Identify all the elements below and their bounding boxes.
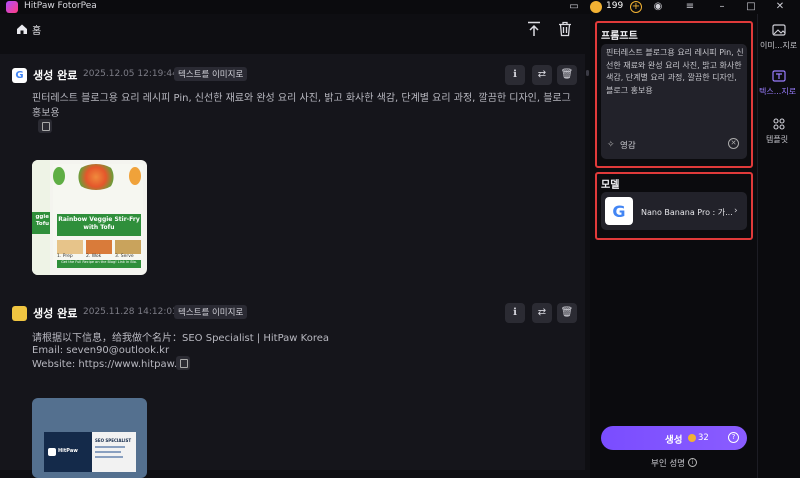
model-name[interactable]: Nano Banana Pro : 가... xyxy=(641,207,733,218)
thumb-text-line xyxy=(95,456,123,458)
menu-icon[interactable]: ≡ xyxy=(684,1,696,13)
rail-item-templates[interactable]: 템플릿 xyxy=(766,134,788,145)
thumb-step-image xyxy=(86,240,112,254)
prompt-textarea-value[interactable]: 핀터레스트 블로그용 요리 레시피 Pin, 신선한 재료와 완성 요리 사진,… xyxy=(606,47,744,97)
thumb-step-label: 1. Prep xyxy=(57,254,73,259)
card-prompt-line: Email: seven90@outlook.kr xyxy=(32,345,170,356)
copy-prompt-button[interactable] xyxy=(38,119,52,133)
copy-prompt-button[interactable] xyxy=(176,356,190,370)
generated-image-thumbnail[interactable]: HitPaw SEO SPECIALIST xyxy=(32,398,147,478)
tool-rail xyxy=(757,14,800,478)
coin-count: 199 xyxy=(606,1,624,11)
card-prompt-line: 请根据以下信息，给我做个名片：SEO Specialist | HitPaw K… xyxy=(32,333,330,344)
thumb-card-left: HitPaw xyxy=(44,432,92,472)
google-logo-icon: G xyxy=(605,197,633,225)
upload-icon[interactable] xyxy=(527,21,541,37)
info-button[interactable]: ℹ xyxy=(505,65,525,85)
card-date: 2025.11.28 14:12:03 xyxy=(83,307,178,317)
trash-icon[interactable] xyxy=(558,21,572,37)
image-to-image-icon[interactable] xyxy=(772,24,786,36)
chat-icon[interactable]: ▭ xyxy=(568,1,580,13)
generated-image-thumbnail[interactable]: ggie Tofu Rainbow Veggie Stir-Fry with T… xyxy=(32,160,147,275)
thumb-step-label: 3. Serve xyxy=(115,254,134,259)
delete-button[interactable]: 🗑 xyxy=(557,65,577,85)
template-icon[interactable] xyxy=(772,118,786,130)
prompt-title: 프롬프트 xyxy=(601,31,638,42)
rail-item-text-to-image[interactable]: 텍스...지로 xyxy=(759,86,796,97)
home-icon[interactable] xyxy=(16,23,28,35)
thumb-text-line xyxy=(95,451,121,453)
google-logo-icon: G xyxy=(12,68,27,83)
help-icon[interactable]: ? xyxy=(728,432,739,443)
generate-label[interactable]: 생성 xyxy=(665,432,682,446)
title-bar: HitPaw FotorPea ▭ 199 + ◉ ≡ – □ ✕ xyxy=(0,0,800,14)
card-tag: 텍스트를 이미지로 xyxy=(174,305,248,319)
thumb-brand: HitPaw xyxy=(58,448,78,454)
thumb-veggie-right xyxy=(129,167,141,185)
chevron-right-icon[interactable]: › xyxy=(734,206,738,216)
thumb-veggie-left xyxy=(53,167,65,185)
maximize-icon[interactable]: □ xyxy=(745,1,757,13)
close-icon[interactable]: ✕ xyxy=(774,1,786,13)
regenerate-button[interactable]: ⇄ xyxy=(532,303,552,323)
card-status: 생성 완료 xyxy=(33,69,78,82)
info-button[interactable]: ℹ xyxy=(505,303,525,323)
coin-icon xyxy=(590,1,602,13)
thumb-step-image xyxy=(57,240,83,254)
hitpaw-logo-icon xyxy=(48,448,56,456)
card-tag: 텍스트를 이미지로 xyxy=(174,67,248,81)
thumb-card-right: SEO SPECIALIST xyxy=(92,432,136,472)
clear-prompt-icon[interactable]: ✕ xyxy=(728,138,739,149)
coin-icon xyxy=(688,434,696,442)
add-coins-button[interactable]: + xyxy=(630,1,642,13)
disclaimer-link[interactable]: 부인 성명 xyxy=(651,457,685,469)
minimize-icon[interactable]: – xyxy=(716,1,728,13)
card-date: 2025.12.05 12:19:44 xyxy=(83,69,178,79)
thumb-partial-panel: ggie Tofu xyxy=(32,160,50,275)
info-icon[interactable]: i xyxy=(688,458,697,467)
generate-cost: 32 xyxy=(698,433,709,443)
thumb-title: Rainbow Veggie Stir-Fry with Tofu xyxy=(57,214,141,236)
app-logo-icon xyxy=(6,1,18,13)
inspire-button[interactable]: 영감 xyxy=(620,139,636,151)
model-title: 모델 xyxy=(601,180,620,191)
delete-button[interactable]: 🗑 xyxy=(557,303,577,323)
thumb-step-image xyxy=(115,240,141,254)
thumb-cta: Get the Full Recipe on the Blog! Link in… xyxy=(57,260,141,268)
model-logo-icon xyxy=(12,306,27,321)
text-to-image-icon[interactable] xyxy=(772,70,786,82)
thumb-text-line xyxy=(95,446,125,448)
top-nav: 홈 xyxy=(0,14,590,44)
rail-item-image-to-image[interactable]: 이미...지로 xyxy=(760,40,797,51)
card-prompt: 핀터레스트 블로그용 요리 레시피 Pin, 신선한 재료와 완성 요리 사진,… xyxy=(32,93,571,119)
home-link[interactable]: 홈 xyxy=(32,22,41,37)
thumb-step-label: 2. Wok xyxy=(86,254,102,259)
thumb-title: SEO SPECIALIST xyxy=(95,438,132,443)
lightbulb-icon[interactable]: ✧ xyxy=(607,140,617,150)
thumb-partial-title: ggie Tofu xyxy=(32,212,50,234)
thumb-main-panel: Rainbow Veggie Stir-Fry with Tofu 1. Pre… xyxy=(53,164,143,268)
app-title: HitPaw FotorPea xyxy=(24,1,97,11)
regenerate-button[interactable]: ⇄ xyxy=(532,65,552,85)
card-prompt-line: Website: https://www.hitpaw.kr xyxy=(32,359,187,370)
thumb-food-photo xyxy=(75,164,117,190)
account-icon[interactable]: ◉ xyxy=(652,1,664,13)
scrollbar[interactable] xyxy=(586,70,589,76)
card-status: 생성 완료 xyxy=(33,307,78,320)
